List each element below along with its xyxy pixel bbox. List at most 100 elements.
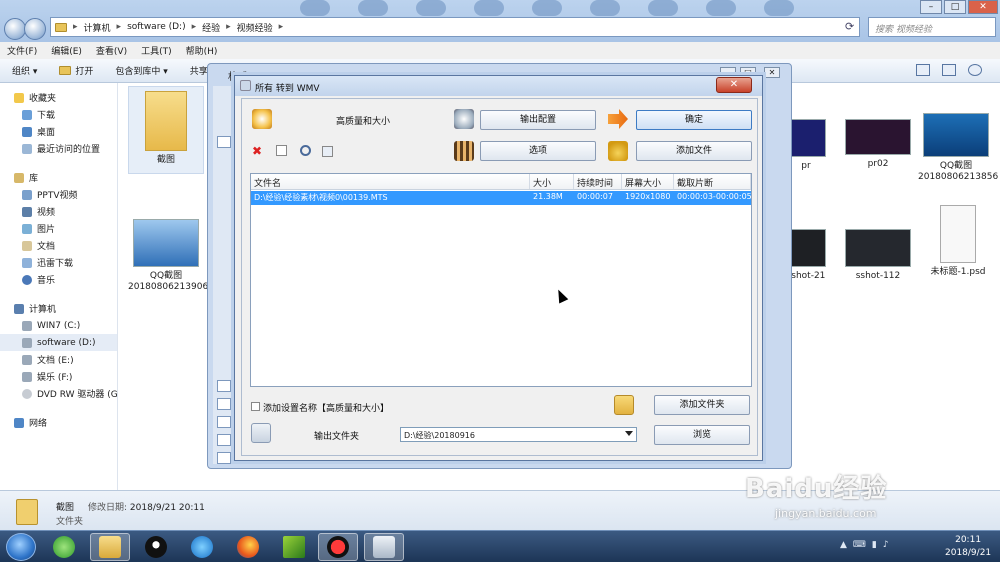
breadcrumb-drive[interactable]: software (D:) xyxy=(127,22,186,32)
preview-pane-icon[interactable] xyxy=(942,64,956,76)
column-size[interactable]: 大小 xyxy=(530,174,574,189)
menu-view[interactable]: 查看(V) xyxy=(96,44,127,57)
table-row[interactable]: D:\经验\经验素材\视频0\00139.MTS 21.38M 00:00:07… xyxy=(251,191,751,205)
search-input[interactable]: 搜索 视频经验 xyxy=(868,17,996,37)
options-button[interactable]: 选项 xyxy=(480,141,596,161)
file-item-screenshots-folder[interactable]: 截图 xyxy=(128,86,204,174)
share-button[interactable]: 共享 xyxy=(190,64,208,77)
output-folder-icon[interactable] xyxy=(251,423,271,443)
open-button[interactable]: 打开 xyxy=(59,64,93,77)
nav-network[interactable]: 网络 xyxy=(0,414,117,431)
breadcrumb-computer[interactable]: 计算机 xyxy=(84,21,111,34)
organize-button[interactable]: 组织 ▾ xyxy=(12,64,37,77)
menu-help[interactable]: 帮助(H) xyxy=(186,44,218,57)
breadcrumb-video-experience[interactable]: 视频经验 xyxy=(237,21,273,34)
tray-expand-icon[interactable]: ▲ xyxy=(840,540,847,550)
taskbar-item-explorer[interactable] xyxy=(90,533,130,561)
camtasia-icon xyxy=(283,536,305,558)
nav-libraries[interactable]: 库 xyxy=(0,169,117,186)
address-bar[interactable]: ▸ 计算机 ▸ software (D:) ▸ 经验 ▸ 视频经验 ▸ xyxy=(50,17,860,37)
taskbar-item-pptv[interactable] xyxy=(182,533,222,561)
dialog-close-button[interactable]: ✕ xyxy=(716,77,752,93)
column-screen-size[interactable]: 屏幕大小 xyxy=(622,174,674,189)
menu-edit[interactable]: 编辑(E) xyxy=(51,44,82,57)
nav-item-downloads[interactable]: 下载 xyxy=(0,106,117,123)
help-icon[interactable] xyxy=(968,64,982,76)
file-item-pr02[interactable]: pr02 xyxy=(840,119,916,170)
nav-favorites[interactable]: 收藏夹 xyxy=(0,89,117,106)
star-icon xyxy=(14,92,24,103)
drive-icon xyxy=(22,337,32,348)
nav-item-videos[interactable]: 视频 xyxy=(0,203,117,220)
nav-item-recent[interactable]: 最近访问的位置 xyxy=(0,140,117,157)
menu-file[interactable]: 文件(F) xyxy=(7,44,37,57)
video-icon[interactable] xyxy=(217,398,231,410)
taskbar-item-firefox[interactable] xyxy=(228,533,268,561)
nav-item-desktop[interactable]: 桌面 xyxy=(0,123,117,140)
refresh-icon[interactable]: ⟳ xyxy=(845,20,854,33)
taskbar-item-camtasia[interactable] xyxy=(274,533,314,561)
disc-icon[interactable] xyxy=(217,416,231,428)
ff-side-button[interactable] xyxy=(217,136,231,148)
nav-item-drive-e[interactable]: 文档 (E:) xyxy=(0,351,117,368)
view-options-icon[interactable] xyxy=(916,64,930,76)
minimize-button[interactable]: – xyxy=(920,0,942,14)
navigation-pane: 收藏夹 下载 桌面 最近访问的位置 库 PPTV视频 视频 图片 文档 迅雷下载… xyxy=(0,83,118,490)
nav-item-documents[interactable]: 文档 xyxy=(0,237,117,254)
file-item-sshot-112[interactable]: sshot-112 xyxy=(840,229,916,282)
clock[interactable]: 20:11 2018/9/21 xyxy=(945,534,991,560)
add-folder-button[interactable]: 添加文件夹 xyxy=(654,395,750,415)
output-folder-select[interactable]: D:\经验\20180916 xyxy=(400,427,637,442)
nav-item-drive-d[interactable]: software (D:) xyxy=(0,334,117,351)
taskbar: ▲ ⌨ ▮ ♪ 20:11 2018/9/21 xyxy=(0,530,1000,562)
delete-icon[interactable]: ✖ xyxy=(252,145,263,157)
forward-button[interactable] xyxy=(24,18,46,40)
nav-item-music[interactable]: 音乐 xyxy=(0,271,117,288)
qq-icon xyxy=(145,536,167,558)
column-clip[interactable]: 截取片断 xyxy=(674,174,751,189)
play-icon[interactable] xyxy=(300,145,311,156)
video-thumbnail xyxy=(786,119,826,157)
include-in-library-button[interactable]: 包含到库中 ▾ xyxy=(115,64,167,77)
quality-preset-icon[interactable] xyxy=(252,109,272,129)
column-filename[interactable]: 文件名 xyxy=(251,174,530,189)
close-button[interactable]: ✕ xyxy=(968,0,998,14)
tray-input-icon[interactable]: ⌨ xyxy=(853,540,866,550)
taskbar-item-recorder[interactable] xyxy=(318,533,358,561)
file-item-qq-screenshot-2[interactable]: QQ截图 20180806213856 xyxy=(918,113,998,183)
clear-list-icon[interactable] xyxy=(276,145,287,156)
tools-icon[interactable] xyxy=(217,452,231,464)
add-file-button[interactable]: 添加文件 xyxy=(636,141,752,161)
taskbar-item-360[interactable] xyxy=(44,533,84,561)
nav-item-pptv[interactable]: PPTV视频 xyxy=(0,186,117,203)
maximize-button[interactable]: □ xyxy=(944,0,966,14)
nav-item-drive-f[interactable]: 娱乐 (F:) xyxy=(0,368,117,385)
browse-button[interactable]: 浏览 xyxy=(654,425,750,445)
taskbar-item-qq[interactable] xyxy=(136,533,176,561)
thunder-download-icon xyxy=(22,257,32,268)
nav-item-drive-c[interactable]: WIN7 (C:) xyxy=(0,317,117,334)
taskbar-item-formatfactory[interactable] xyxy=(364,533,404,561)
output-config-button[interactable]: 输出配置 xyxy=(480,110,596,130)
file-item-psd[interactable]: 未标题-1.psd xyxy=(922,205,994,278)
breadcrumb-experience[interactable]: 经验 xyxy=(202,21,220,34)
back-button[interactable] xyxy=(4,18,26,40)
add-setting-name-checkbox[interactable] xyxy=(251,402,260,411)
start-button[interactable] xyxy=(6,533,36,561)
nav-item-dvd[interactable]: DVD RW 驱动器 (G xyxy=(0,385,118,402)
dialog-titlebar: 所有 转到 WMV ✕ xyxy=(235,76,762,96)
menu-tools[interactable]: 工具(T) xyxy=(141,44,172,57)
add-file-icon xyxy=(608,141,628,161)
ff-close-button[interactable]: ✕ xyxy=(764,67,780,78)
info-icon[interactable] xyxy=(322,146,333,157)
column-duration[interactable]: 持续时间 xyxy=(574,174,622,189)
nav-computer[interactable]: 计算机 xyxy=(0,300,117,317)
nav-item-pictures[interactable]: 图片 xyxy=(0,220,117,237)
file-item-qq-screenshot-1[interactable]: QQ截图 20180806213906 xyxy=(128,219,208,293)
music-icon[interactable] xyxy=(217,380,231,392)
nav-item-thunder[interactable]: 迅雷下载 xyxy=(0,254,117,271)
picture-icon[interactable] xyxy=(217,434,231,446)
volume-icon[interactable]: ♪ xyxy=(883,540,889,550)
ok-button[interactable]: 确定 xyxy=(636,110,752,130)
network-tray-icon[interactable]: ▮ xyxy=(872,540,877,550)
